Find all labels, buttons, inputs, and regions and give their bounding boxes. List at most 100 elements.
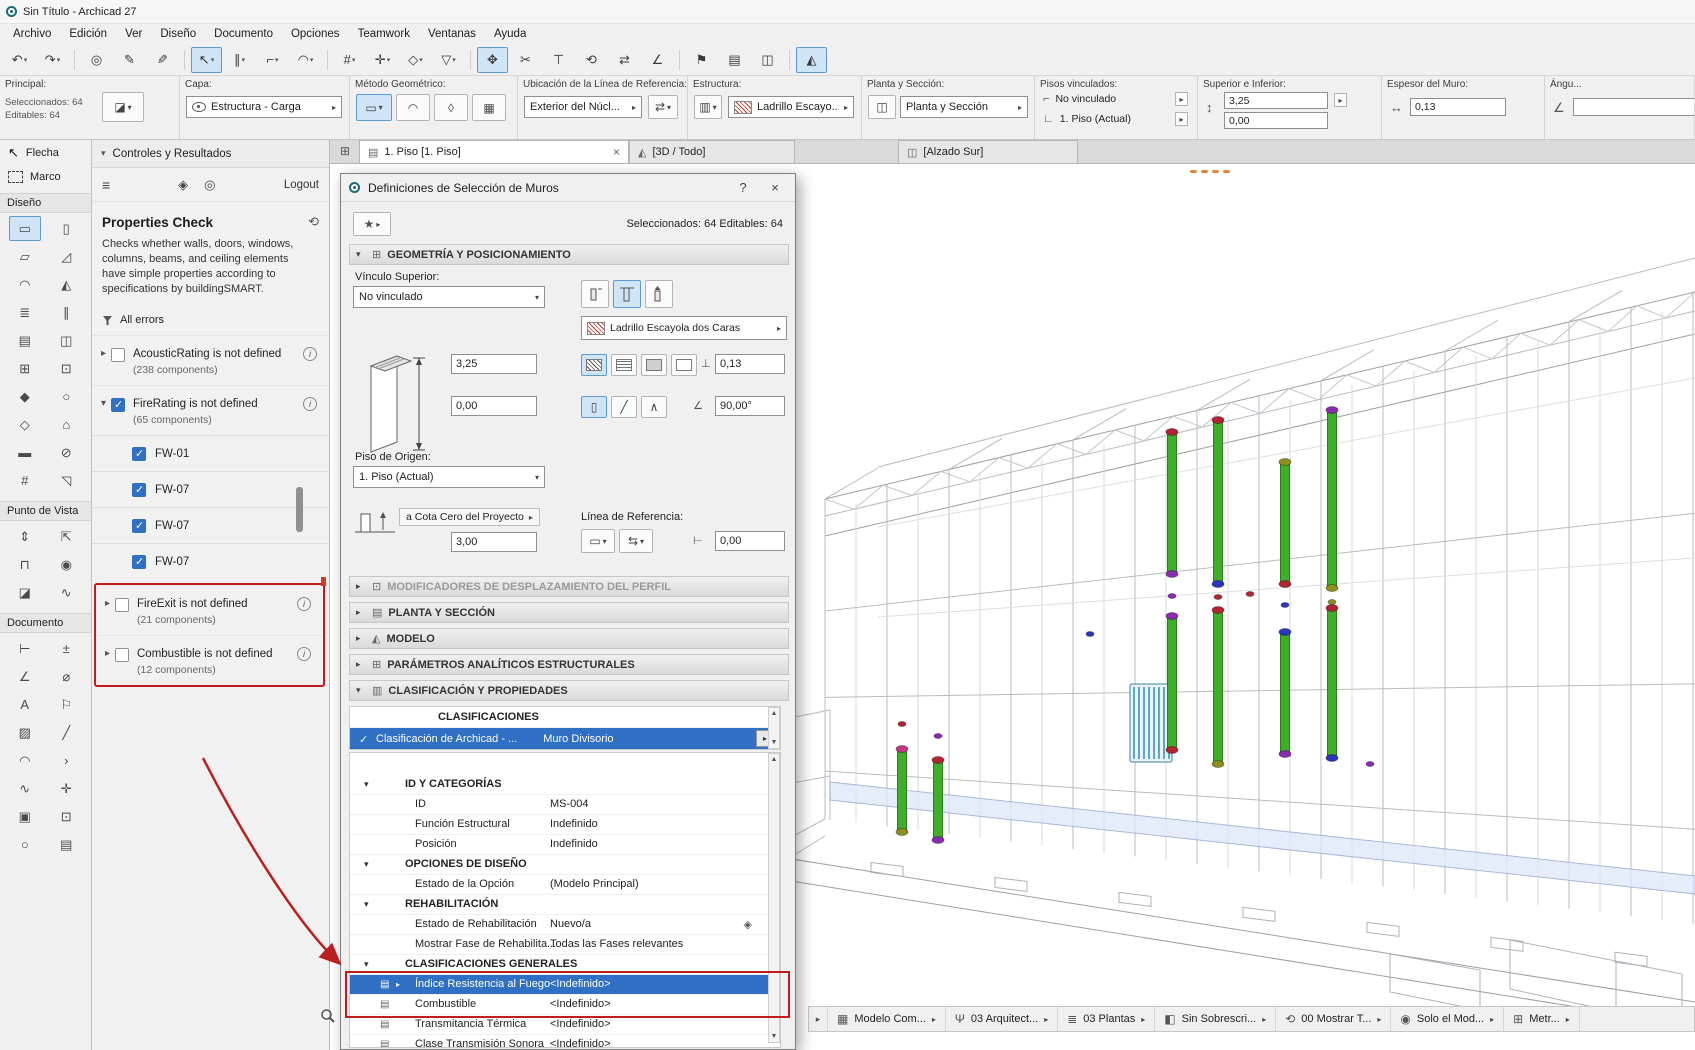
worksheet-tool[interactable]: ▤ <box>50 832 82 857</box>
property-group-id-y-categor-as[interactable]: ▾ID Y CATEGORÍAS <box>350 775 780 795</box>
menu-dise-o[interactable]: Diseño <box>151 26 205 42</box>
wall-top-linked-button[interactable] <box>613 280 641 308</box>
truss-tool[interactable]: ◹ <box>50 468 82 493</box>
property-group-rehabilitaci-n[interactable]: ▾REHABILITACIÓN <box>350 895 780 915</box>
label-tool[interactable]: ⚐ <box>50 692 82 717</box>
navigator-toggle-button[interactable]: ◭ <box>796 47 827 73</box>
fill-empty-button[interactable] <box>671 354 697 376</box>
skylight-tool[interactable]: ⊡ <box>50 356 82 381</box>
elevation-tool[interactable]: ⇱ <box>50 524 82 549</box>
schedule-tool-button[interactable]: ▤ <box>719 47 750 73</box>
classification-row[interactable]: Clasificación de Archicad - ... Muro Div… <box>350 728 780 749</box>
quick-option-graphic-overrides[interactable]: ◧Sin Sobrescri...▸ <box>1155 1007 1276 1031</box>
section-clasificaci-n-y-propiedades[interactable]: ▾▥CLASIFICACIÓN Y PROPIEDADES <box>349 680 789 701</box>
roof-tool[interactable]: ◿ <box>50 244 82 269</box>
reference-line-dropdown[interactable]: Exterior del Núcl... ▸ <box>524 96 642 118</box>
door-tool[interactable]: ◫ <box>50 328 82 353</box>
tab-3d-todo[interactable]: ◭[3D / Todo] <box>629 140 795 163</box>
angle-dimension-tool[interactable]: ∠ <box>9 664 41 689</box>
top-elevation-field[interactable]: 3,25 <box>1224 92 1328 109</box>
check-child-row[interactable]: FW-07 <box>92 543 329 579</box>
elevation-reference-button[interactable]: a Cota Cero del Proyecto ▸ <box>399 508 540 526</box>
composite-structure-dropdown[interactable]: Ladrillo Escayola dos Caras ▸ <box>581 316 787 340</box>
undo-button[interactable]: ↶▾ <box>4 47 35 73</box>
check-child-row[interactable]: FW-07 <box>92 507 329 543</box>
level-dimension-tool[interactable]: ± <box>50 636 82 661</box>
arrow-tool-button[interactable]: ↖▾ <box>191 47 222 73</box>
adjust-tool-button[interactable]: ⊤ <box>543 47 574 73</box>
detail-tool[interactable]: ○ <box>9 832 41 857</box>
section-geometry[interactable]: ▾ ⊞ GEOMETRÍA Y POSICIONAMIENTO <box>349 244 789 265</box>
geometry-trapezoid-button[interactable]: ◊ <box>434 94 468 121</box>
menu-opciones[interactable]: Opciones <box>282 26 349 42</box>
grid-snap-button[interactable]: #▾ <box>334 47 365 73</box>
line-tool[interactable]: ╱ <box>50 720 82 745</box>
refresh-icon[interactable]: ⟲ <box>308 214 319 230</box>
flip-reference-button[interactable]: ⇄▾ <box>648 95 678 119</box>
check-checkbox[interactable] <box>111 398 125 412</box>
mesh-tool[interactable]: ◭ <box>50 272 82 297</box>
quick-option-scale[interactable]: ⊞Metr...▸ <box>1504 1007 1580 1031</box>
polyline-tool[interactable]: › <box>50 748 82 773</box>
property-row-clase-transmisi-n-sonora[interactable]: ▤Clase Transmisión Sonora<Indefinido> <box>350 1035 780 1048</box>
quick-option-pen-set[interactable]: Ψ03 Arquitect...▸ <box>946 1007 1058 1031</box>
property-row-estado-de-la-opci-n[interactable]: Estado de la Opción(Modelo Principal) <box>350 875 780 895</box>
property-row-ndice-resistencia-al-fuego[interactable]: ▤▸Índice Resistencia al Fuego<Indefinido… <box>350 975 780 995</box>
property-row-posici-n[interactable]: PosiciónIndefinido <box>350 835 780 855</box>
chevron-right-icon[interactable]: ▸ <box>100 647 115 659</box>
wall-tool[interactable]: ▭ <box>9 216 41 241</box>
redo-button[interactable]: ↷▾ <box>37 47 68 73</box>
menu-documento[interactable]: Documento <box>205 26 282 42</box>
property-row-transmitancia-t-rmica[interactable]: ▤Transmitancia Térmica<Indefinido> <box>350 1015 780 1035</box>
fillet-tool-button[interactable]: ◠▾ <box>290 47 321 73</box>
wall-double-slanted-button[interactable]: ∧ <box>641 396 667 418</box>
search-elements-button[interactable]: ◎ <box>81 47 112 73</box>
walkthrough-tool[interactable]: ∿ <box>50 580 82 605</box>
check-checkbox[interactable] <box>115 648 129 662</box>
check-item-acousticrating-is-not-defined[interactable]: ▸AcousticRating is not defined(238 compo… <box>92 335 329 385</box>
zone-tool[interactable]: ⌂ <box>50 412 82 437</box>
guide-lines-button[interactable]: ✛▾ <box>367 47 398 73</box>
geometry-straight-button[interactable]: ▭▾ <box>356 94 392 121</box>
pickup-parameters-button[interactable]: ✎ <box>114 47 145 73</box>
inject-parameters-button[interactable]: ✎ <box>147 47 178 73</box>
info-icon[interactable]: i <box>297 647 311 661</box>
default-settings-button[interactable]: ◪▾ <box>102 92 144 122</box>
radial-dimension-tool[interactable]: ⌀ <box>50 664 82 689</box>
section-par-metros-anal-ticos-estructurales[interactable]: ▸⊞PARÁMETROS ANALÍTICOS ESTRUCTURALES <box>349 654 789 675</box>
info-icon[interactable]: i <box>303 347 317 361</box>
wall-top-free-button[interactable] <box>581 280 609 308</box>
bottom-elevation-field[interactable]: 0,00 <box>1224 112 1328 129</box>
tab-1-piso-1-piso[interactable]: ▤1. Piso [1. Piso]× <box>359 140 629 163</box>
curtain-wall-tool[interactable]: ▤ <box>9 328 41 353</box>
info-icon[interactable]: i <box>297 597 311 611</box>
check-item-combustible-is-not-defined[interactable]: ▸Combustible is not defined(12 component… <box>96 635 323 685</box>
column-tool[interactable]: ▯ <box>50 216 82 241</box>
top-elevation-chevron[interactable]: ▸ <box>1334 93 1347 107</box>
tab-overview-button[interactable]: ⊞ <box>335 141 355 161</box>
home-story-chevron[interactable]: ▸ <box>1175 112 1188 126</box>
wall-thickness-field[interactable]: 0,13 <box>715 354 785 374</box>
panel-scrollbar-thumb[interactable] <box>296 487 303 532</box>
beam-tool[interactable]: ▬ <box>9 440 41 465</box>
property-row-id[interactable]: IDMS-004 <box>350 795 780 815</box>
property-group-clasificaciones-generales[interactable]: ▾CLASIFICACIONES GENERALES <box>350 955 780 975</box>
menu-archivo[interactable]: Archivo <box>4 26 60 42</box>
elevation-field[interactable]: 3,00 <box>451 532 537 552</box>
thickness-field[interactable]: 0,13 <box>1410 98 1506 116</box>
fill-cut-button[interactable] <box>581 354 607 376</box>
chevron-down-icon[interactable]: ▾ <box>96 397 111 409</box>
wall-height-field[interactable]: 3,25 <box>451 354 537 374</box>
geometry-polygon-button[interactable]: ▦ <box>472 94 506 121</box>
property-row-estado-de-rehabilitaci-n[interactable]: Estado de RehabilitaciónNuevo/a◈ <box>350 915 780 935</box>
classification-checkbox[interactable] <box>356 733 368 745</box>
child-checkbox[interactable] <box>132 483 146 497</box>
menu-edici-n[interactable]: Edición <box>60 26 116 42</box>
check-child-row[interactable]: FW-07 <box>92 471 329 507</box>
child-checkbox[interactable] <box>132 447 146 461</box>
error-filter[interactable]: All errors <box>92 305 329 335</box>
connect-icon[interactable]: ◈ <box>178 177 188 193</box>
menu-ayuda[interactable]: Ayuda <box>485 26 535 42</box>
quick-option-model-view-options[interactable]: ▦Modelo Com...▸ <box>828 1007 946 1031</box>
floorplan-display-button[interactable]: ◫ <box>868 95 896 119</box>
